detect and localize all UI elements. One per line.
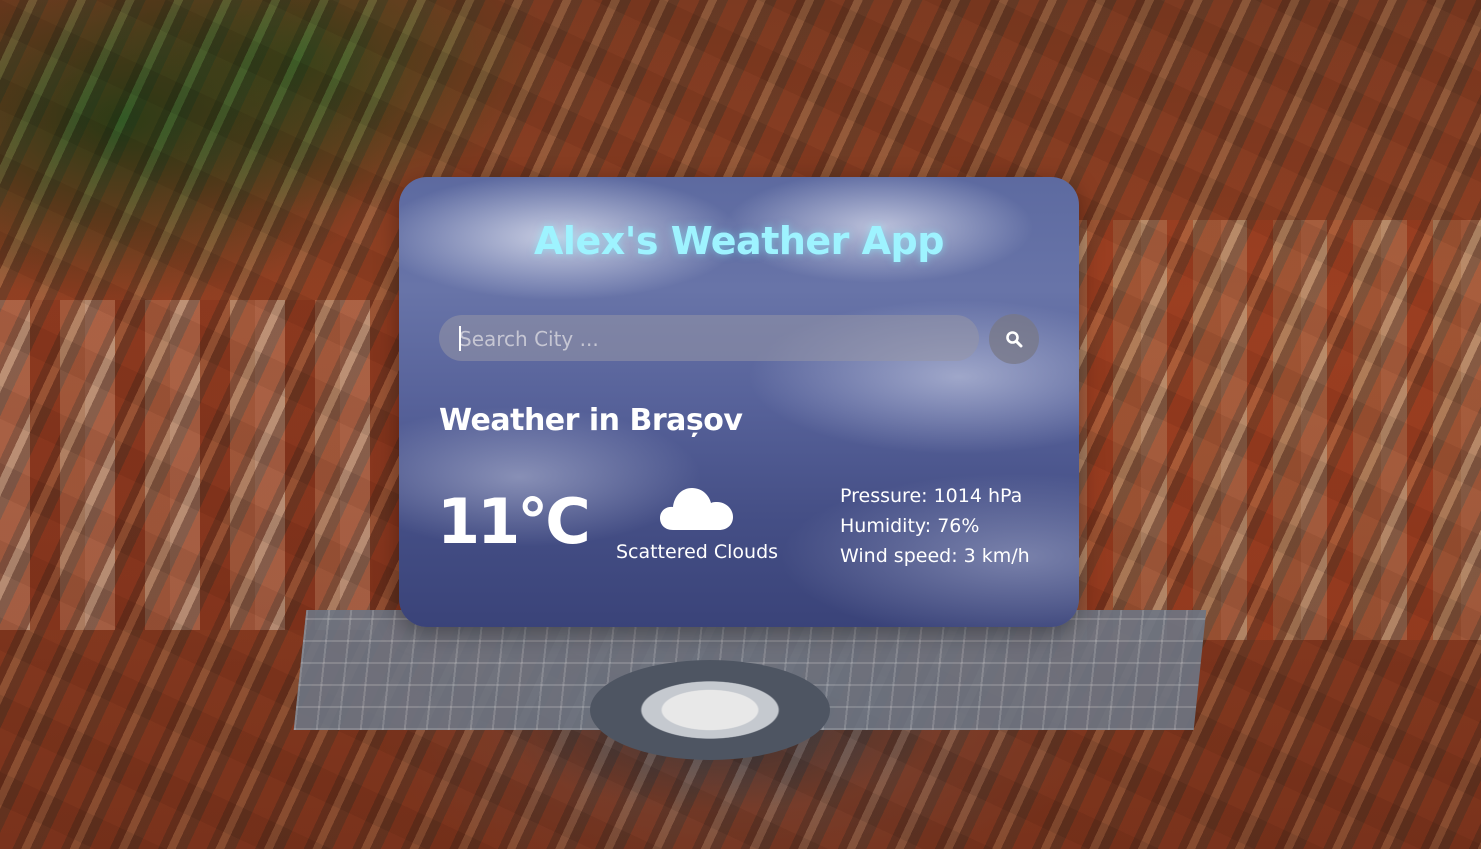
weather-condition: Scattered Clouds [615, 541, 779, 563]
location-heading: Weather in Brașov [439, 403, 743, 438]
text-caret [459, 326, 461, 351]
weather-card: Alex's Weather App Weather in Brașov 11°… [399, 177, 1079, 627]
humidity-value: Humidity: 76% [840, 515, 980, 537]
search-icon [1006, 331, 1023, 348]
search-bar[interactable] [439, 315, 979, 363]
background-fountain [590, 660, 830, 760]
cloud-icon [660, 488, 733, 530]
pressure-value: Pressure: 1014 hPa [840, 485, 1023, 507]
search-button[interactable] [989, 314, 1039, 364]
weather-details: Pressure: 1014 hPa Humidity: 76% Wind sp… [840, 481, 1030, 571]
wind-speed-value: Wind speed: 3 km/h [840, 545, 1030, 567]
temperature-value: 11°C [437, 485, 591, 558]
search-input[interactable] [457, 315, 971, 363]
app-title: Alex's Weather App [534, 219, 944, 263]
